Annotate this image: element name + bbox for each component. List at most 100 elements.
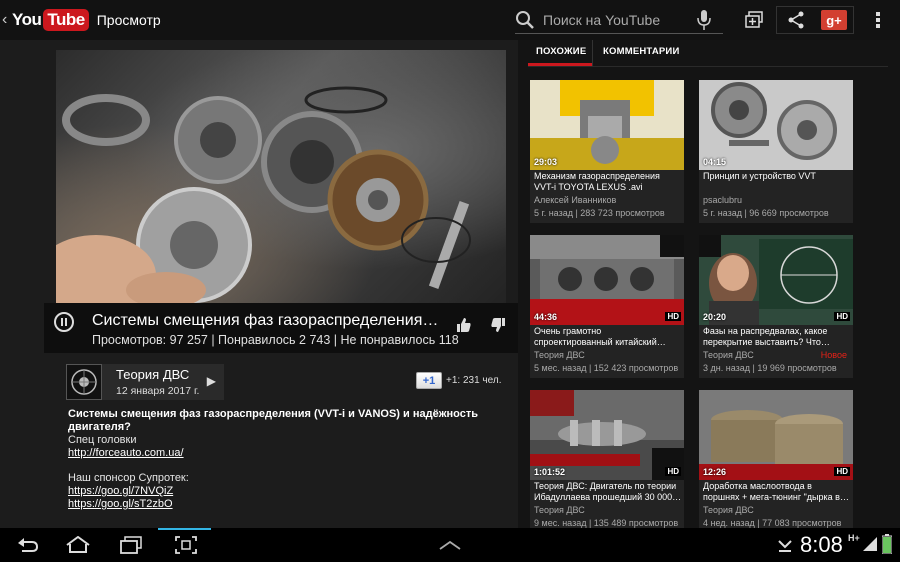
plus-one-button[interactable]: +1	[416, 372, 442, 389]
plus-one-count: +1: 231 чел.	[446, 375, 502, 386]
overflow-menu-icon[interactable]	[866, 8, 890, 32]
search-input[interactable]	[543, 11, 693, 28]
search-icon[interactable]	[515, 10, 535, 30]
video-channel: Теория ДВС	[703, 505, 754, 515]
logo-you: You	[12, 10, 42, 29]
home-icon[interactable]	[64, 533, 92, 557]
hd-badge: HD	[665, 312, 681, 321]
video-card-title: Фазы на распредвалах, какое перекрытие в…	[703, 326, 851, 348]
video-channel: Теория ДВС	[534, 350, 585, 360]
video-card-title: Принцип и устройство VVT	[703, 171, 851, 182]
video-meta: 3 дн. назад | 19 969 просмотров	[703, 363, 837, 373]
description-link[interactable]: https://goo.gl/7NVQiZ	[68, 485, 173, 497]
channel-avatar	[66, 364, 102, 400]
video-channel: Алексей Иванников	[534, 195, 617, 205]
title-line: VVT-i TOYOTA LEXUS .avi	[534, 182, 643, 192]
video-channel: Теория ДВС	[703, 350, 754, 360]
back-chevron-icon[interactable]: ‹	[2, 0, 10, 40]
video-duration: 12:26	[703, 467, 727, 477]
hd-badge: HD	[665, 467, 681, 476]
video-channel: Теория ДВС	[534, 505, 585, 515]
google-plus-button[interactable]: g+	[815, 7, 853, 33]
back-icon[interactable]	[14, 533, 42, 557]
download-icon	[776, 536, 794, 559]
title-line: Фазы на распредвалах, какое	[703, 326, 828, 336]
video-duration: 1:01:52	[534, 467, 566, 477]
title-line: Доработка маслоотвода в	[703, 481, 812, 491]
title-line: Принцип и устройство VVT	[703, 171, 816, 181]
microphone-icon[interactable]	[697, 9, 711, 36]
signal-icon	[862, 536, 878, 557]
video-card-title: Доработка маслоотвода в поршнях + мега-т…	[703, 481, 851, 503]
tab-bar: ПОХОЖИЕ КОММЕНТАРИИ	[528, 40, 687, 66]
channel-name: Теория ДВС	[116, 367, 190, 382]
video-card-title: Очень грамотно спроектированный китайски…	[534, 326, 682, 348]
new-badge: Новое	[820, 350, 847, 360]
network-type: H+	[848, 533, 860, 543]
hd-badge: HD	[834, 467, 850, 476]
description-link[interactable]: https://goo.gl/sT2zbO	[68, 498, 173, 510]
watch-panel: Системы смещения фаз газораспределения… …	[0, 40, 518, 528]
video-meta: 5 мес. назад | 152 423 просмотров	[534, 363, 679, 373]
thumbs-down-icon[interactable]	[488, 315, 508, 335]
video-title: Системы смещения фаз газораспределения…	[92, 312, 439, 329]
share-group: g+	[776, 6, 854, 34]
screenshot-icon[interactable]	[172, 533, 200, 557]
pause-button[interactable]	[54, 312, 74, 332]
title-line: Механизм газораспределения	[534, 171, 660, 181]
video-duration: 44:36	[534, 312, 558, 322]
video-meta: 5 г. назад | 283 723 просмотров	[534, 208, 665, 218]
clock: 8:08	[800, 532, 843, 557]
video-stats: Просмотров: 97 257 | Понравилось 2 743 |…	[92, 333, 459, 347]
related-video-card[interactable]: 20:20 HD Фазы на распредвалах, какое пер…	[699, 235, 853, 378]
page-title: Просмотр	[96, 12, 161, 28]
related-video-card[interactable]: 12:26 HD Доработка маслоотвода в поршнях…	[699, 390, 853, 533]
video-duration: 04:15	[703, 157, 727, 167]
youtube-logo[interactable]: You Tube	[12, 9, 89, 31]
active-indicator	[158, 528, 211, 530]
playlist-add-icon[interactable]	[742, 8, 766, 32]
system-nav-bar: 8:08 H+	[0, 528, 900, 562]
search-box[interactable]	[515, 6, 723, 34]
tab-related[interactable]: ПОХОЖИЕ	[528, 40, 592, 66]
video-meta: 5 г. назад | 96 669 просмотров	[703, 208, 829, 218]
video-card-title: Механизм газораспределения VVT-i TOYOTA …	[534, 171, 682, 193]
video-channel: psaclubru	[703, 195, 743, 205]
video-player[interactable]	[56, 50, 506, 303]
related-panel: ПОХОЖИЕ КОММЕНТАРИИ 29:03 Механизм газор…	[518, 40, 900, 533]
title-line: Ибадуллаева прошедший 30 000…	[534, 492, 682, 502]
title-line: Очень грамотно	[534, 326, 602, 336]
description-link[interactable]: http://forceauto.com.ua/	[68, 447, 184, 459]
related-video-card[interactable]: 1:01:52 HD Теория ДВС: Двигатель по теор…	[530, 390, 684, 533]
channel-link[interactable]: Теория ДВС 12 января 2017 г. ▶	[66, 364, 224, 400]
google-plus-icon: g+	[821, 10, 847, 30]
title-line: перекрытие выставить? Что…	[703, 337, 830, 347]
logo-tube: Tube	[43, 9, 89, 31]
upload-date: 12 января 2017 г.	[116, 385, 200, 397]
chevron-up-icon[interactable]	[436, 533, 464, 557]
action-bar: ‹ You Tube Просмотр g+	[0, 0, 900, 40]
title-line: Теория ДВС: Двигатель по теории	[534, 481, 677, 491]
video-duration: 20:20	[703, 312, 727, 322]
description-line: Наш спонсор Супротек:	[68, 472, 189, 484]
thumbs-up-icon[interactable]	[454, 315, 474, 335]
related-video-card[interactable]: 04:15 Принцип и устройство VVT psaclubru…	[699, 80, 853, 223]
video-info-bar: Системы смещения фаз газораспределения… …	[44, 303, 518, 353]
tab-comments[interactable]: КОММЕНТАРИИ	[592, 40, 687, 66]
title-line: спроектированный китайский…	[534, 337, 666, 347]
video-description: Системы смещения фаз газораспределения (…	[68, 408, 488, 511]
pause-icon	[61, 318, 63, 326]
chevron-right-icon: ▶	[206, 374, 216, 388]
battery-icon	[881, 534, 893, 559]
video-frame-image	[56, 86, 471, 303]
video-duration: 29:03	[534, 157, 558, 167]
related-video-card[interactable]: 44:36 HD Очень грамотно спроектированный…	[530, 235, 684, 378]
share-icon[interactable]	[777, 7, 815, 33]
video-meta: 4 нед. назад | 77 083 просмотров	[703, 518, 842, 528]
related-video-card[interactable]: 29:03 Механизм газораспределения VVT-i T…	[530, 80, 684, 223]
description-line: Спец головки	[68, 434, 137, 446]
video-meta: 9 мес. назад | 135 489 просмотров	[534, 518, 679, 528]
description-title: Системы смещения фаз газораспределения (…	[68, 408, 478, 433]
hd-badge: HD	[834, 312, 850, 321]
recent-apps-icon[interactable]	[117, 533, 145, 557]
